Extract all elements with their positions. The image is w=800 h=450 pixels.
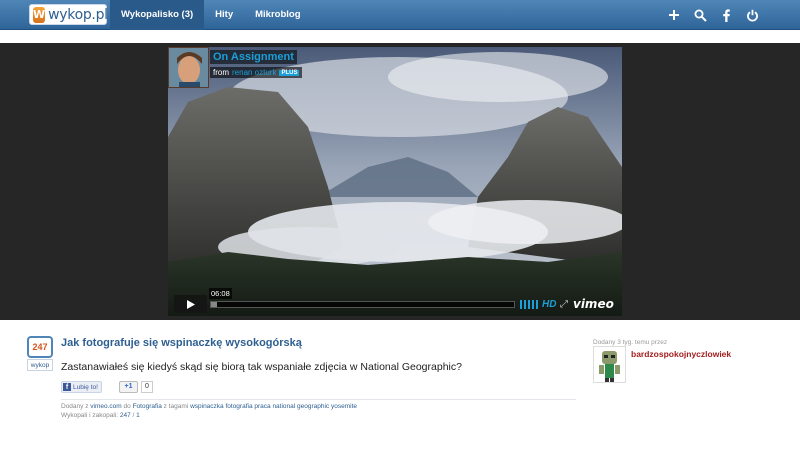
plus-icon[interactable] <box>666 7 682 23</box>
video-controls: 06:08 HD ⤢ vimeo <box>168 288 622 316</box>
facebook-icon: f <box>63 383 71 391</box>
video-progress-bar[interactable] <box>210 301 515 308</box>
meta-votes-down-link[interactable]: 1 <box>136 412 140 419</box>
fullscreen-icon[interactable]: ⤢ <box>560 299 568 310</box>
vimeo-logo[interactable]: vimeo <box>573 297 614 311</box>
google-plus-count: 0 <box>141 381 153 393</box>
nav-item-mikroblog[interactable]: Mikroblog <box>244 0 311 30</box>
video-author-link[interactable]: renan ozturk <box>232 68 276 77</box>
entry-title[interactable]: Jak fotografuje się wspinaczkę wysokogór… <box>61 337 302 349</box>
main-nav: Wykopalisko (3) Hity Mikroblog <box>110 0 312 30</box>
entry-meta-votes: Wykopali i zakopali: 247 / 1 <box>61 412 140 419</box>
wykop-logo[interactable]: W wykop.pl <box>29 4 108 25</box>
vimeo-plus-badge: PLUS <box>279 69 300 76</box>
video-title[interactable]: On Assignment <box>210 50 297 64</box>
video-author-avatar[interactable] <box>168 47 209 88</box>
author-username[interactable]: bardzospokojnyczlowiek <box>631 349 731 359</box>
meta-added-prefix: Dodany z <box>61 403 89 410</box>
divider <box>61 399 576 400</box>
meta-votes-prefix: Wykopali i zakopali: <box>61 412 119 419</box>
facebook-icon[interactable] <box>718 7 734 23</box>
logo-text: wykop.pl <box>48 6 108 23</box>
search-icon[interactable] <box>692 7 708 23</box>
top-navigation-bar: W wykop.pl Wykopalisko (3) Hity Mikroblo… <box>0 0 800 30</box>
nav-item-hity[interactable]: Hity <box>204 0 244 30</box>
meta-votes-separator: / <box>132 412 135 419</box>
wykop-logo-icon: W <box>33 6 46 23</box>
entry-meta-source: Dodany z vimeo.com do Fotografia z tagam… <box>61 403 357 410</box>
play-icon <box>187 299 195 309</box>
meta-to-word: do <box>123 403 131 410</box>
facebook-like-button[interactable]: f Lubię to! <box>61 381 102 393</box>
video-from-label: from <box>213 68 229 77</box>
google-plus-button[interactable]: +1 <box>119 381 138 393</box>
video-progress-fill <box>211 302 218 307</box>
vote-count: 247 <box>27 336 53 358</box>
meta-tags-prefix: z tagami <box>163 403 189 410</box>
video-author-line: from renan ozturk PLUS <box>210 67 303 78</box>
entry-description: Zastanawiałeś się kiedyś skąd się biorą … <box>61 361 462 373</box>
play-button[interactable] <box>174 295 207 313</box>
volume-icon[interactable] <box>520 300 538 309</box>
nav-item-wykopalisko[interactable]: Wykopalisko (3) <box>110 0 205 30</box>
nav-icon-group <box>666 0 760 30</box>
meta-category-link[interactable]: Fotografia <box>133 403 162 410</box>
meta-source-link[interactable]: vimeo.com <box>90 403 121 410</box>
video-time: 06:08 <box>209 288 232 299</box>
power-icon[interactable] <box>744 7 760 23</box>
video-frame-image <box>168 47 622 316</box>
wykop-vote-button[interactable]: wykop <box>27 359 53 371</box>
added-by-label: Dodany 3 tyg. temu przez <box>593 339 668 346</box>
hd-toggle[interactable]: HD <box>542 299 556 310</box>
meta-votes-up-link[interactable]: 247 <box>120 412 131 419</box>
facebook-like-label: Lubię to! <box>73 383 98 391</box>
video-player[interactable]: On Assignment from renan ozturk PLUS 06:… <box>168 47 622 316</box>
meta-tags-links[interactable]: wspinaczka fotografia praca national geo… <box>190 403 357 410</box>
user-avatar[interactable] <box>593 346 626 383</box>
